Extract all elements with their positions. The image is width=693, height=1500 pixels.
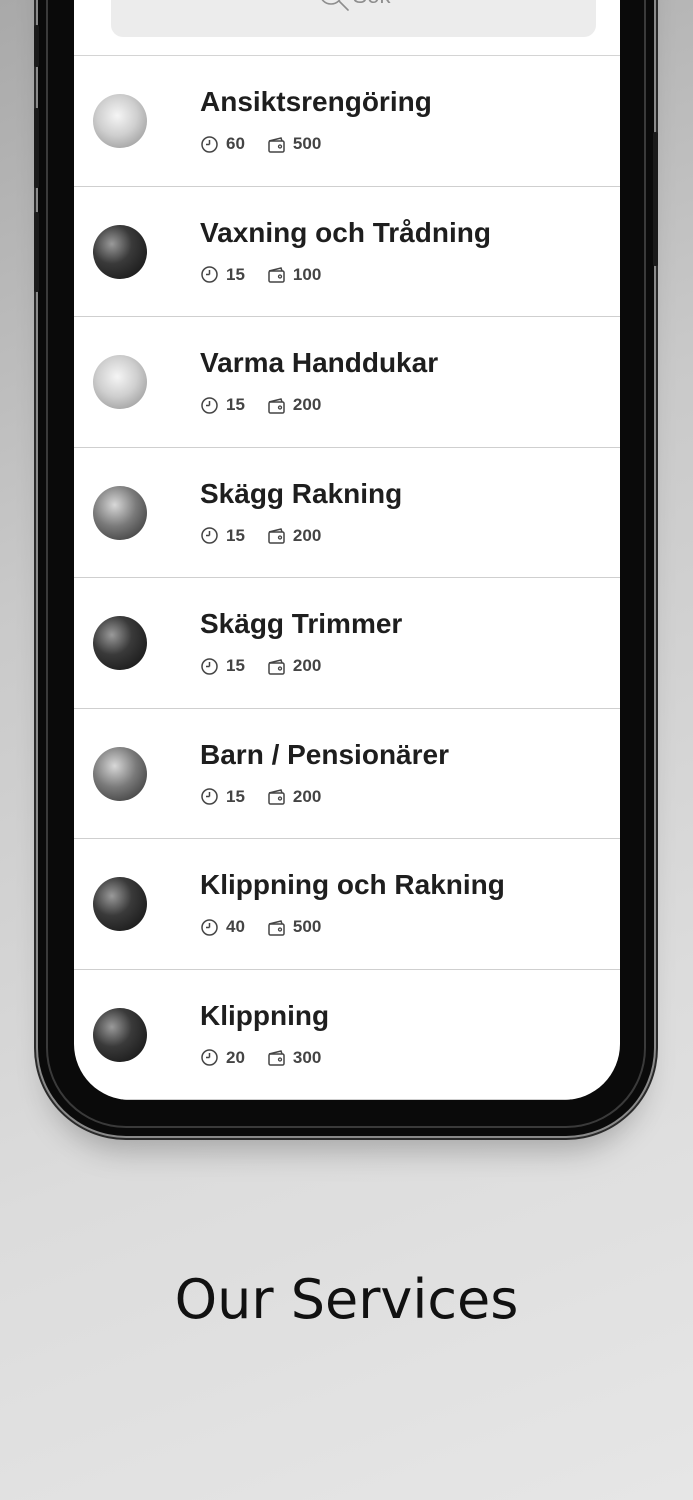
service-title: Skägg Rakning	[200, 477, 403, 509]
service-meta: 60 500	[200, 134, 343, 154]
service-title: Klippning	[200, 999, 330, 1031]
wallet-icon	[267, 918, 286, 937]
service-meta: 15 200	[200, 395, 343, 415]
service-duration: 15	[226, 395, 245, 414]
page-caption: Our Services	[174, 1268, 519, 1331]
service-list: Ansiktsrengöring 60 500 Vaxning och Trådnin…	[74, 56, 620, 1100]
service-price: 200	[292, 656, 322, 675]
service-meta: 15 200	[200, 787, 343, 807]
service-avatar	[93, 224, 147, 279]
service-duration: 40	[226, 917, 245, 936]
service-duration: 20	[226, 1047, 245, 1067]
service-title: Skägg Trimmer	[200, 608, 403, 639]
service-item[interactable]: Skägg Trimmer 15 200	[74, 578, 620, 709]
service-avatar	[93, 616, 147, 670]
service-meta: 15 200	[200, 526, 343, 546]
service-title: Barn / Pensionärer	[200, 738, 449, 770]
service-avatar	[93, 1007, 147, 1062]
clock-icon	[200, 135, 219, 154]
wallet-icon	[267, 135, 286, 154]
phone-side-button-right	[653, 132, 658, 266]
phone-side-button-left-2	[34, 108, 39, 188]
clock-icon	[200, 787, 219, 806]
search-input[interactable]: Sök	[111, 0, 596, 37]
service-meta: 15 200	[200, 656, 343, 676]
service-item[interactable]: Skägg Rakning 15 200	[74, 448, 620, 578]
service-item[interactable]: Ansiktsrengöring 60 500	[74, 56, 620, 187]
clock-icon	[200, 396, 219, 415]
service-duration: 15	[226, 786, 245, 806]
wallet-icon	[267, 265, 286, 284]
service-item[interactable]: Barn / Pensionärer 15 200	[74, 709, 620, 839]
service-item[interactable]: Vaxning och Trådning 15 100	[74, 187, 620, 317]
service-avatar	[93, 94, 147, 148]
service-price: 200	[292, 395, 322, 414]
search-header: Sök	[74, 0, 620, 56]
wallet-icon	[267, 526, 286, 545]
clock-icon	[200, 657, 219, 676]
service-price: 500	[292, 134, 322, 153]
wallet-icon	[267, 396, 286, 415]
service-item[interactable]: Klippning och Rakning 40 500	[74, 839, 620, 970]
service-meta: 40 500	[200, 917, 343, 937]
service-price: 300	[292, 1047, 322, 1067]
service-title: Vaxning och Trådning	[200, 216, 491, 248]
service-item[interactable]: Varma Handdukar 15 200	[74, 317, 620, 448]
search-placeholder: Sök	[353, 0, 391, 9]
wallet-icon	[267, 657, 286, 676]
service-duration: 60	[226, 134, 245, 153]
service-price: 500	[292, 917, 322, 936]
search-icon	[317, 0, 351, 13]
service-title: Ansiktsrengöring	[200, 86, 432, 117]
service-title: Varma Handdukar	[200, 347, 439, 378]
clock-icon	[200, 918, 219, 937]
service-duration: 15	[226, 525, 245, 545]
service-title: Klippning och Rakning	[200, 869, 505, 900]
clock-icon	[200, 265, 219, 284]
wallet-icon	[267, 787, 286, 806]
service-duration: 15	[226, 656, 245, 675]
service-avatar	[93, 877, 147, 931]
phone-side-button-left-3	[34, 212, 39, 292]
service-item[interactable]: Klippning 20 300	[74, 970, 620, 1100]
service-meta: 15 100	[200, 265, 343, 285]
search-placeholder-group: Sök	[317, 0, 391, 13]
service-avatar	[93, 485, 147, 540]
clock-icon	[200, 526, 219, 545]
clock-icon	[200, 1048, 219, 1067]
app-screen: Sök Ansiktsrengöring 60 500 Vaxning och Trå…	[74, 0, 620, 1100]
wallet-icon	[267, 1048, 286, 1067]
service-duration: 15	[226, 264, 245, 284]
phone-side-button-left-1	[34, 25, 39, 67]
service-avatar	[93, 355, 147, 409]
service-price: 200	[292, 525, 322, 545]
service-meta: 20 300	[200, 1048, 343, 1068]
service-avatar	[93, 746, 147, 801]
service-price: 200	[292, 786, 322, 806]
service-price: 100	[292, 264, 322, 284]
